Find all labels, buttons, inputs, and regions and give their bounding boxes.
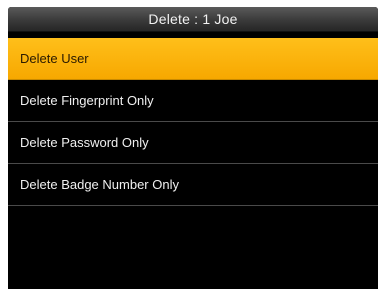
device-screen: Delete : 1 Joe Delete User Delete Finger… xyxy=(8,7,378,289)
menu-item-delete-badge-number-only[interactable]: Delete Badge Number Only xyxy=(8,164,378,206)
page-title: Delete : 1 Joe xyxy=(8,7,378,32)
menu-item-delete-password-only[interactable]: Delete Password Only xyxy=(8,122,378,164)
menu-item-delete-user[interactable]: Delete User xyxy=(8,38,378,80)
menu-item-delete-fingerprint-only[interactable]: Delete Fingerprint Only xyxy=(8,80,378,122)
delete-options-menu: Delete User Delete Fingerprint Only Dele… xyxy=(8,38,378,206)
